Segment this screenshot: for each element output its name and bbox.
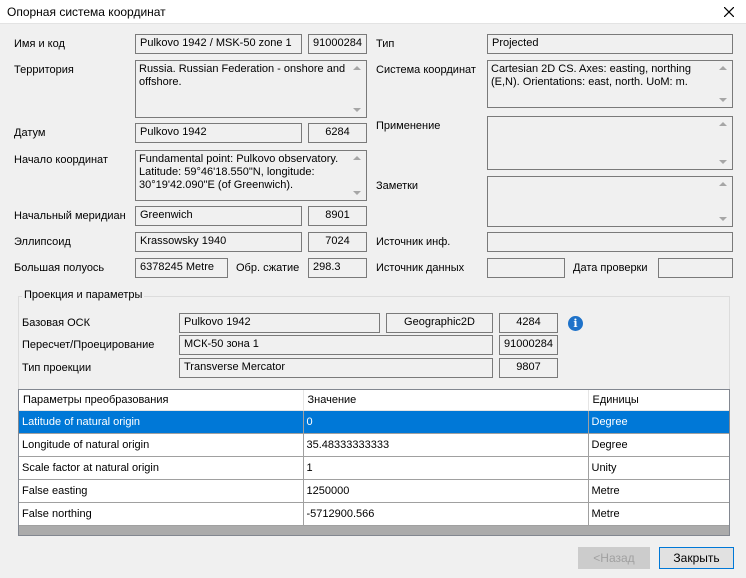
data-source-field[interactable]	[487, 258, 565, 278]
scroll-down-icon	[719, 160, 727, 164]
type-label: Тип	[376, 38, 395, 50]
param-name-cell[interactable]: False northing	[19, 502, 304, 526]
param-value-cell[interactable]: -5712900.566	[303, 502, 589, 526]
param-units-cell[interactable]: Metre	[588, 502, 729, 526]
scroll-up-icon	[353, 156, 361, 160]
name-code-field[interactable]: 91000284	[308, 34, 367, 54]
param-name-cell[interactable]: Scale factor at natural origin	[19, 456, 304, 480]
scroll-up-icon	[719, 122, 727, 126]
scroll-down-icon	[353, 108, 361, 112]
param-value-cell[interactable]: 0	[303, 410, 589, 434]
usage-textarea[interactable]	[487, 116, 733, 170]
ellipsoid-field[interactable]: Krassowsky 1940	[135, 232, 302, 252]
param-units-cell[interactable]: Degree	[588, 433, 729, 457]
ellipsoid-label: Эллипсоид	[14, 236, 71, 248]
origin-textarea[interactable]: Fundamental point: Pulkovo observatory. …	[135, 150, 367, 201]
meridian-label: Начальный меридиан	[14, 210, 126, 222]
notes-textarea[interactable]	[487, 176, 733, 227]
check-date-label: Дата проверки	[573, 262, 648, 274]
base-crs-code-field[interactable]: 4284	[499, 313, 558, 333]
flattening-field[interactable]: 298.3	[308, 258, 367, 278]
info-icon[interactable]: i	[568, 316, 583, 331]
flattening-label: Обр. сжатие	[236, 262, 300, 274]
info-source-field[interactable]	[487, 232, 733, 252]
conversion-code-field[interactable]: 91000284	[499, 335, 558, 355]
table-row[interactable]: Longitude of natural origin 35.483333333…	[19, 433, 729, 457]
title-bar: Опорная система координат	[0, 0, 746, 24]
cs-scrollbar[interactable]	[716, 62, 731, 106]
param-name-cell[interactable]: Latitude of natural origin	[19, 410, 304, 434]
param-value-cell[interactable]: 1	[303, 456, 589, 480]
scroll-up-icon	[353, 66, 361, 70]
cs-text: Cartesian 2D CS. Axes: easting, northing…	[491, 63, 691, 88]
name-label: Имя и код	[14, 38, 65, 50]
notes-scrollbar[interactable]	[716, 178, 731, 225]
projection-method-field[interactable]: Transverse Mercator	[179, 358, 493, 378]
table-row[interactable]: Latitude of natural origin 0 Degree	[19, 410, 729, 434]
check-date-field[interactable]	[658, 258, 733, 278]
base-crs-field[interactable]: Pulkovo 1942	[179, 313, 380, 333]
param-value-cell[interactable]: 1250000	[303, 479, 589, 503]
param-units-cell[interactable]: Unity	[588, 456, 729, 480]
base-crs-type-field[interactable]: Geographic2D	[386, 313, 493, 333]
meridian-field[interactable]: Greenwich	[135, 206, 302, 226]
data-source-label: Источник данных	[376, 262, 465, 274]
name-field[interactable]: Pulkovo 1942 / MSK-50 zone 1	[135, 34, 302, 54]
territory-text: Russia. Russian Federation - onshore and…	[139, 63, 346, 88]
conversion-field[interactable]: МСК-50 зона 1	[179, 335, 493, 355]
close-button[interactable]: Закрыть	[659, 547, 734, 569]
table-row[interactable]: False northing -5712900.566 Metre	[19, 502, 729, 526]
origin-scrollbar[interactable]	[350, 152, 365, 199]
projection-method-code-field[interactable]: 9807	[499, 358, 558, 378]
projection-group-label: Проекция и параметры	[22, 289, 145, 301]
projection-method-label: Тип проекции	[22, 362, 92, 374]
param-units-cell[interactable]: Degree	[588, 410, 729, 434]
info-source-label: Источник инф.	[376, 236, 451, 248]
scroll-down-icon	[353, 191, 361, 195]
param-name-cell[interactable]: Longitude of natural origin	[19, 433, 304, 457]
table-row[interactable]: False easting 1250000 Metre	[19, 479, 729, 503]
usage-label: Применение	[376, 120, 441, 132]
territory-scrollbar[interactable]	[350, 62, 365, 116]
datum-code-field[interactable]: 6284	[308, 123, 367, 143]
window-title: Опорная система координат	[7, 5, 166, 19]
column-header-units[interactable]: Единицы	[588, 390, 729, 411]
usage-scrollbar[interactable]	[716, 118, 731, 168]
datum-label: Датум	[14, 127, 46, 139]
semimajor-field[interactable]: 6378245 Metre	[135, 258, 228, 278]
scroll-up-icon	[719, 66, 727, 70]
base-crs-label: Базовая ОСК	[22, 317, 91, 329]
origin-text: Fundamental point: Pulkovo observatory. …	[139, 153, 339, 191]
ellipsoid-code-field[interactable]: 7024	[308, 232, 367, 252]
column-header-param[interactable]: Параметры преобразования	[19, 390, 304, 411]
table-header: Параметры преобразования Значение Единиц…	[19, 390, 729, 411]
meridian-code-field[interactable]: 8901	[308, 206, 367, 226]
notes-label: Заметки	[376, 180, 419, 192]
scroll-up-icon	[719, 182, 727, 186]
scroll-down-icon	[719, 98, 727, 102]
territory-label: Территория	[14, 64, 74, 76]
param-units-cell[interactable]: Metre	[588, 479, 729, 503]
semimajor-label: Большая полуось	[14, 262, 105, 274]
close-icon	[724, 7, 734, 17]
datum-field[interactable]: Pulkovo 1942	[135, 123, 302, 143]
origin-label: Начало координат	[14, 154, 108, 166]
column-header-value[interactable]: Значение	[303, 390, 589, 411]
scroll-down-icon	[719, 217, 727, 221]
close-window-button[interactable]	[712, 0, 746, 24]
param-value-cell[interactable]: 35.48333333333	[303, 433, 589, 457]
back-button[interactable]: <Назад	[578, 547, 650, 569]
parameters-table[interactable]: Параметры преобразования Значение Единиц…	[18, 389, 730, 536]
cs-textarea[interactable]: Cartesian 2D CS. Axes: easting, northing…	[487, 60, 733, 108]
table-row[interactable]: Scale factor at natural origin 1 Unity	[19, 456, 729, 480]
param-name-cell[interactable]: False easting	[19, 479, 304, 503]
cs-label: Система координат	[376, 64, 476, 76]
territory-textarea[interactable]: Russia. Russian Federation - onshore and…	[135, 60, 367, 118]
type-field[interactable]: Projected	[487, 34, 733, 54]
conversion-label: Пересчет/Проецирование	[22, 339, 155, 351]
